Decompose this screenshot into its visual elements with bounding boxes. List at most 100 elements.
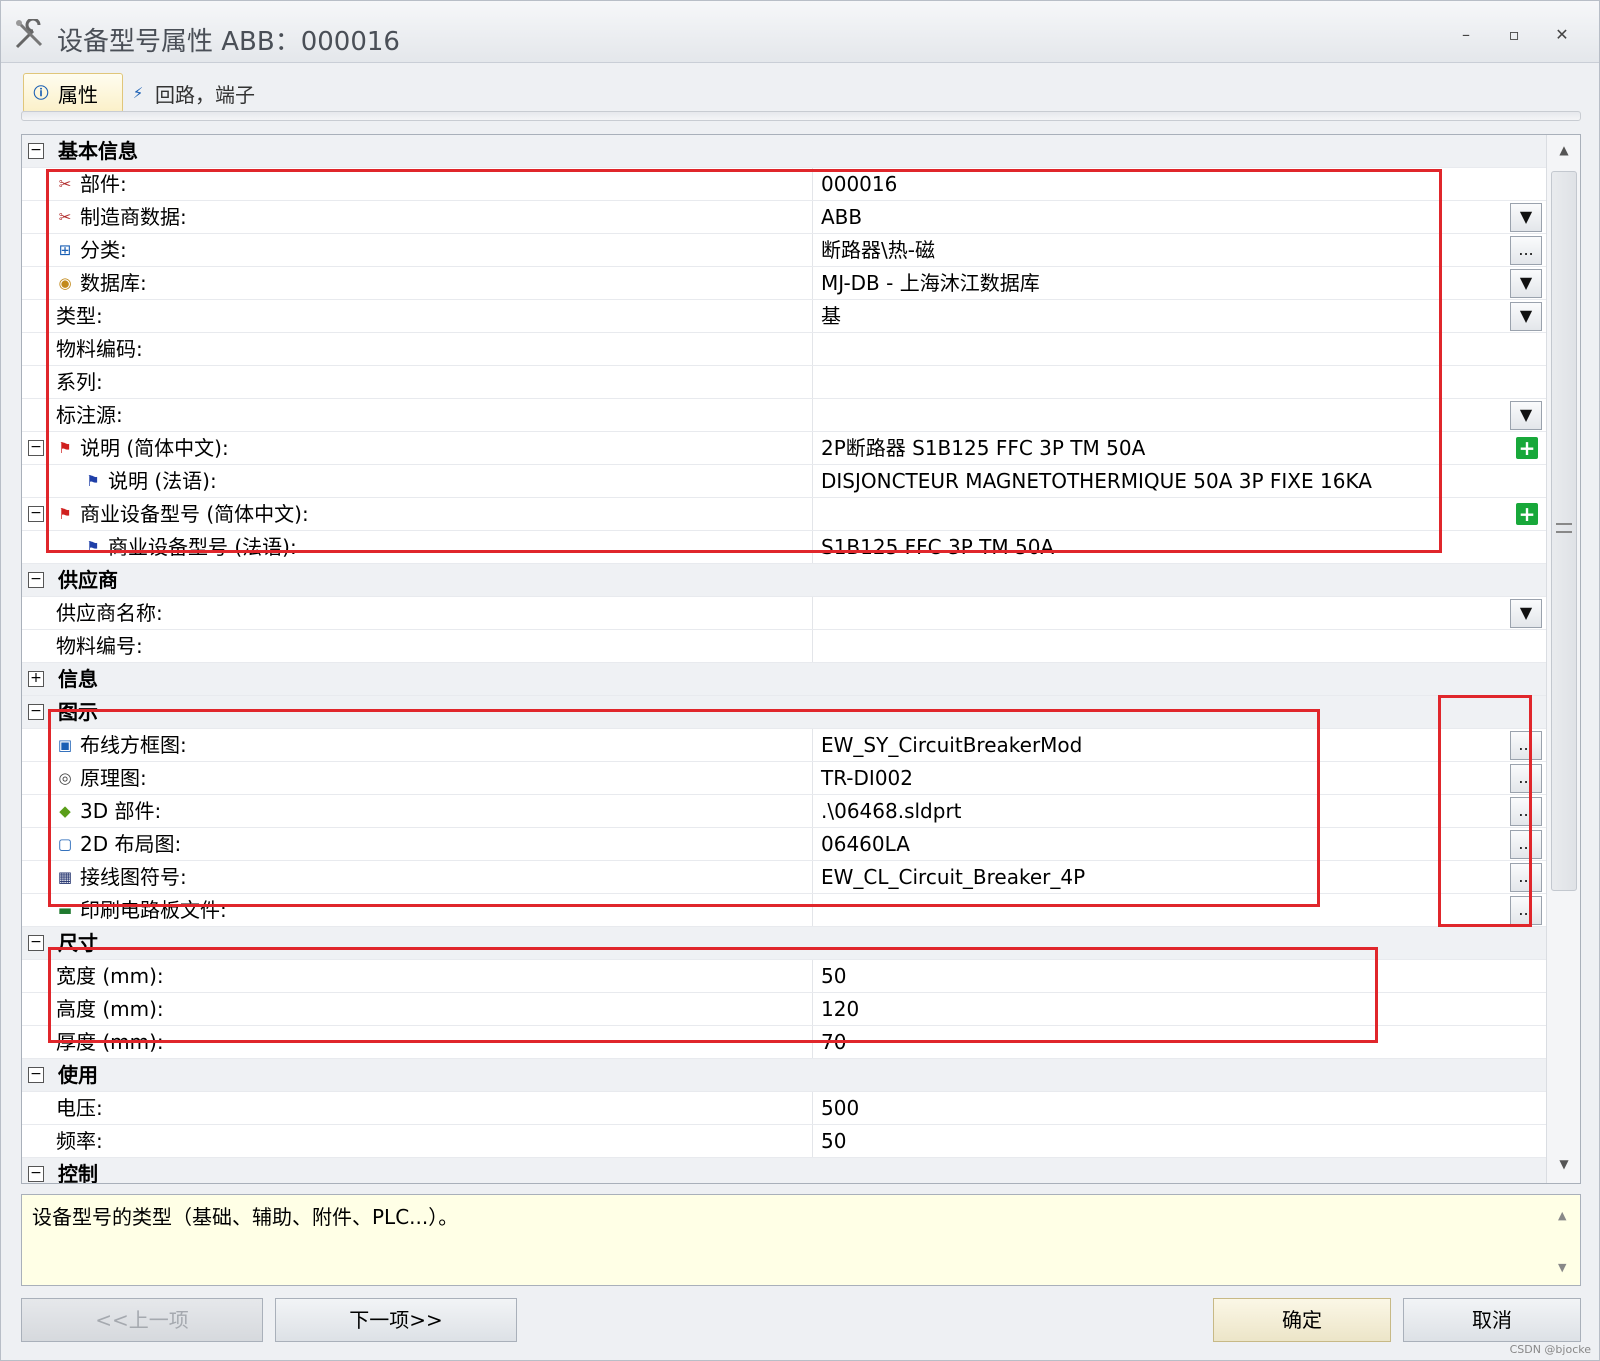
tab-label: 属性 — [58, 82, 98, 107]
row-value[interactable] — [812, 333, 1512, 365]
category-basic-info[interactable]: − 基本信息 — [22, 135, 1546, 168]
browse-button[interactable]: ... — [1510, 236, 1542, 265]
row-description-fr[interactable]: ⚑ 说明 (法语): DISJONCTEUR MAGNETOTHERMIQUE 5… — [22, 465, 1546, 498]
next-button[interactable]: 下一项>> — [275, 1298, 517, 1342]
row-pcb-file[interactable]: ▬ 印刷电路板文件: ... — [22, 894, 1546, 927]
browse-button[interactable]: ... — [1510, 764, 1542, 793]
collapse-icon[interactable]: − — [28, 440, 44, 456]
row-value[interactable] — [812, 894, 1512, 926]
row-value[interactable]: MJ-DB - 上海沐江数据库 — [812, 267, 1512, 299]
row-3d-part[interactable]: ◆ 3D 部件: .\06468.sldprt ... — [22, 795, 1546, 828]
row-value[interactable]: 000016 — [812, 168, 1512, 200]
row-label: 商业设备型号 (简体中文): — [80, 502, 309, 526]
row-schematic[interactable]: ◎ 原理图: TR-DI002 ... — [22, 762, 1546, 795]
tab-properties[interactable]: ⓘ 属性 — [23, 73, 123, 113]
row-value[interactable]: 50 — [812, 960, 1512, 992]
add-language-button[interactable]: + — [1516, 503, 1538, 525]
row-model-zh[interactable]: − ⚑ 商业设备型号 (简体中文): + — [22, 498, 1546, 531]
row-value[interactable]: 500 — [812, 1092, 1512, 1124]
category-info[interactable]: + 信息 — [22, 663, 1546, 696]
row-value[interactable] — [812, 366, 1512, 398]
row-part[interactable]: ✂ 部件: 000016 — [22, 168, 1546, 201]
collapse-icon[interactable]: − — [28, 572, 44, 588]
row-mark-source[interactable]: 标注源: ▼ — [22, 399, 1546, 432]
row-manufacturer[interactable]: ✂ 制造商数据: ABB ▼ — [22, 201, 1546, 234]
row-material-code[interactable]: 物料编码: — [22, 333, 1546, 366]
circuit-icon: ⚡ — [132, 84, 144, 102]
row-voltage[interactable]: 电压: 500 — [22, 1092, 1546, 1125]
row-value[interactable]: 120 — [812, 993, 1512, 1025]
row-series[interactable]: 系列: — [22, 366, 1546, 399]
row-description-zh[interactable]: − ⚑ 说明 (简体中文): 2P断路器 S1B125 FFC 3P TM 50A… — [22, 432, 1546, 465]
row-database[interactable]: ◉ 数据库: MJ-DB - 上海沐江数据库 ▼ — [22, 267, 1546, 300]
category-supplier[interactable]: − 供应商 — [22, 564, 1546, 597]
row-value[interactable]: 基 — [812, 300, 1512, 332]
expand-icon[interactable]: + — [28, 671, 44, 687]
dropdown-button[interactable]: ▼ — [1510, 302, 1542, 331]
row-value[interactable] — [812, 630, 1512, 662]
row-value[interactable]: TR-DI002 — [812, 762, 1512, 794]
row-value[interactable] — [812, 498, 1512, 530]
category-graphics[interactable]: − 图示 — [22, 696, 1546, 729]
dropdown-button[interactable]: ▼ — [1510, 401, 1542, 430]
scroll-up-icon[interactable]: ▲ — [1555, 143, 1573, 161]
collapse-icon[interactable]: − — [28, 704, 44, 720]
row-value[interactable]: 70 — [812, 1026, 1512, 1058]
ok-button[interactable]: 确定 — [1213, 1298, 1391, 1342]
row-wiring-symbol[interactable]: ▦ 接线图符号: EW_CL_Circuit_Breaker_4P ... — [22, 861, 1546, 894]
browse-button[interactable]: ... — [1510, 896, 1542, 925]
scroll-down-icon[interactable]: ▼ — [1558, 1261, 1566, 1274]
row-value[interactable]: 50 — [812, 1125, 1512, 1157]
collapse-icon[interactable]: − — [28, 935, 44, 951]
collapse-icon[interactable]: − — [28, 1166, 44, 1182]
row-value[interactable]: 2P断路器 S1B125 FFC 3P TM 50A — [812, 432, 1512, 464]
row-value[interactable]: 断路器\热-磁 — [812, 234, 1512, 266]
row-value[interactable]: 06460LA — [812, 828, 1512, 860]
row-value[interactable]: EW_CL_Circuit_Breaker_4P — [812, 861, 1512, 893]
row-type[interactable]: 类型: 基 ▼ — [22, 300, 1546, 333]
row-value[interactable]: S1B125 FFC 3P TM 50A — [812, 531, 1512, 563]
row-value[interactable] — [812, 399, 1512, 431]
browse-button[interactable]: ... — [1510, 830, 1542, 859]
row-value[interactable]: EW_SY_CircuitBreakerMod — [812, 729, 1512, 761]
row-2d-layout[interactable]: ▢ 2D 布局图: 06460LA ... — [22, 828, 1546, 861]
row-value[interactable]: ABB — [812, 201, 1512, 233]
dropdown-button[interactable]: ▼ — [1510, 269, 1542, 298]
browse-button[interactable]: ... — [1510, 731, 1542, 760]
row-wiring-block-diagram[interactable]: ▣ 布线方框图: EW_SY_CircuitBreakerMod ... — [22, 729, 1546, 762]
title-bar[interactable]: 设备型号属性 ABB：000016 – ▫ ✕ — [1, 1, 1599, 63]
row-value[interactable]: .\06468.sldprt — [812, 795, 1512, 827]
dropdown-button[interactable]: ▼ — [1510, 203, 1542, 232]
maximize-button[interactable]: ▫ — [1499, 23, 1529, 47]
category-control[interactable]: − 控制 — [22, 1158, 1546, 1183]
category-usage[interactable]: − 使用 — [22, 1059, 1546, 1092]
collapse-icon[interactable]: − — [28, 143, 44, 159]
row-label: 宽度 (mm): — [56, 964, 164, 988]
scroll-down-icon[interactable]: ▼ — [1555, 1157, 1573, 1175]
add-language-button[interactable]: + — [1516, 437, 1538, 459]
minimize-button[interactable]: – — [1451, 23, 1481, 47]
browse-button[interactable]: ... — [1510, 797, 1542, 826]
collapse-icon[interactable]: − — [28, 1067, 44, 1083]
description-scrollbar[interactable]: ▲ ▼ — [1550, 1195, 1580, 1285]
browse-button[interactable]: ... — [1510, 863, 1542, 892]
property-grid-scrollbar[interactable]: ▲ ▼ — [1546, 135, 1580, 1183]
row-model-fr[interactable]: ⚑ 商业设备型号 (法语): S1B125 FFC 3P TM 50A — [22, 531, 1546, 564]
dropdown-button[interactable]: ▼ — [1510, 599, 1542, 628]
category-dimensions[interactable]: − 尺寸 — [22, 927, 1546, 960]
cancel-button[interactable]: 取消 — [1403, 1298, 1581, 1342]
previous-button[interactable]: <<上一项 — [21, 1298, 263, 1342]
row-height[interactable]: 高度 (mm): 120 — [22, 993, 1546, 1026]
row-supplier-name[interactable]: 供应商名称: ▼ — [22, 597, 1546, 630]
tab-circuits-terminals[interactable]: ⚡ 回路，端子 — [121, 73, 291, 113]
row-value[interactable] — [812, 597, 1512, 629]
row-material-number[interactable]: 物料编号: — [22, 630, 1546, 663]
row-thickness[interactable]: 厚度 (mm): 70 — [22, 1026, 1546, 1059]
collapse-icon[interactable]: − — [28, 506, 44, 522]
row-frequency[interactable]: 频率: 50 — [22, 1125, 1546, 1158]
scroll-up-icon[interactable]: ▲ — [1558, 1209, 1566, 1222]
row-width[interactable]: 宽度 (mm): 50 — [22, 960, 1546, 993]
row-classification[interactable]: ⊞ 分类: 断路器\热-磁 ... — [22, 234, 1546, 267]
close-button[interactable]: ✕ — [1547, 23, 1577, 47]
row-value[interactable]: DISJONCTEUR MAGNETOTHERMIQUE 50A 3P FIXE… — [812, 465, 1512, 497]
